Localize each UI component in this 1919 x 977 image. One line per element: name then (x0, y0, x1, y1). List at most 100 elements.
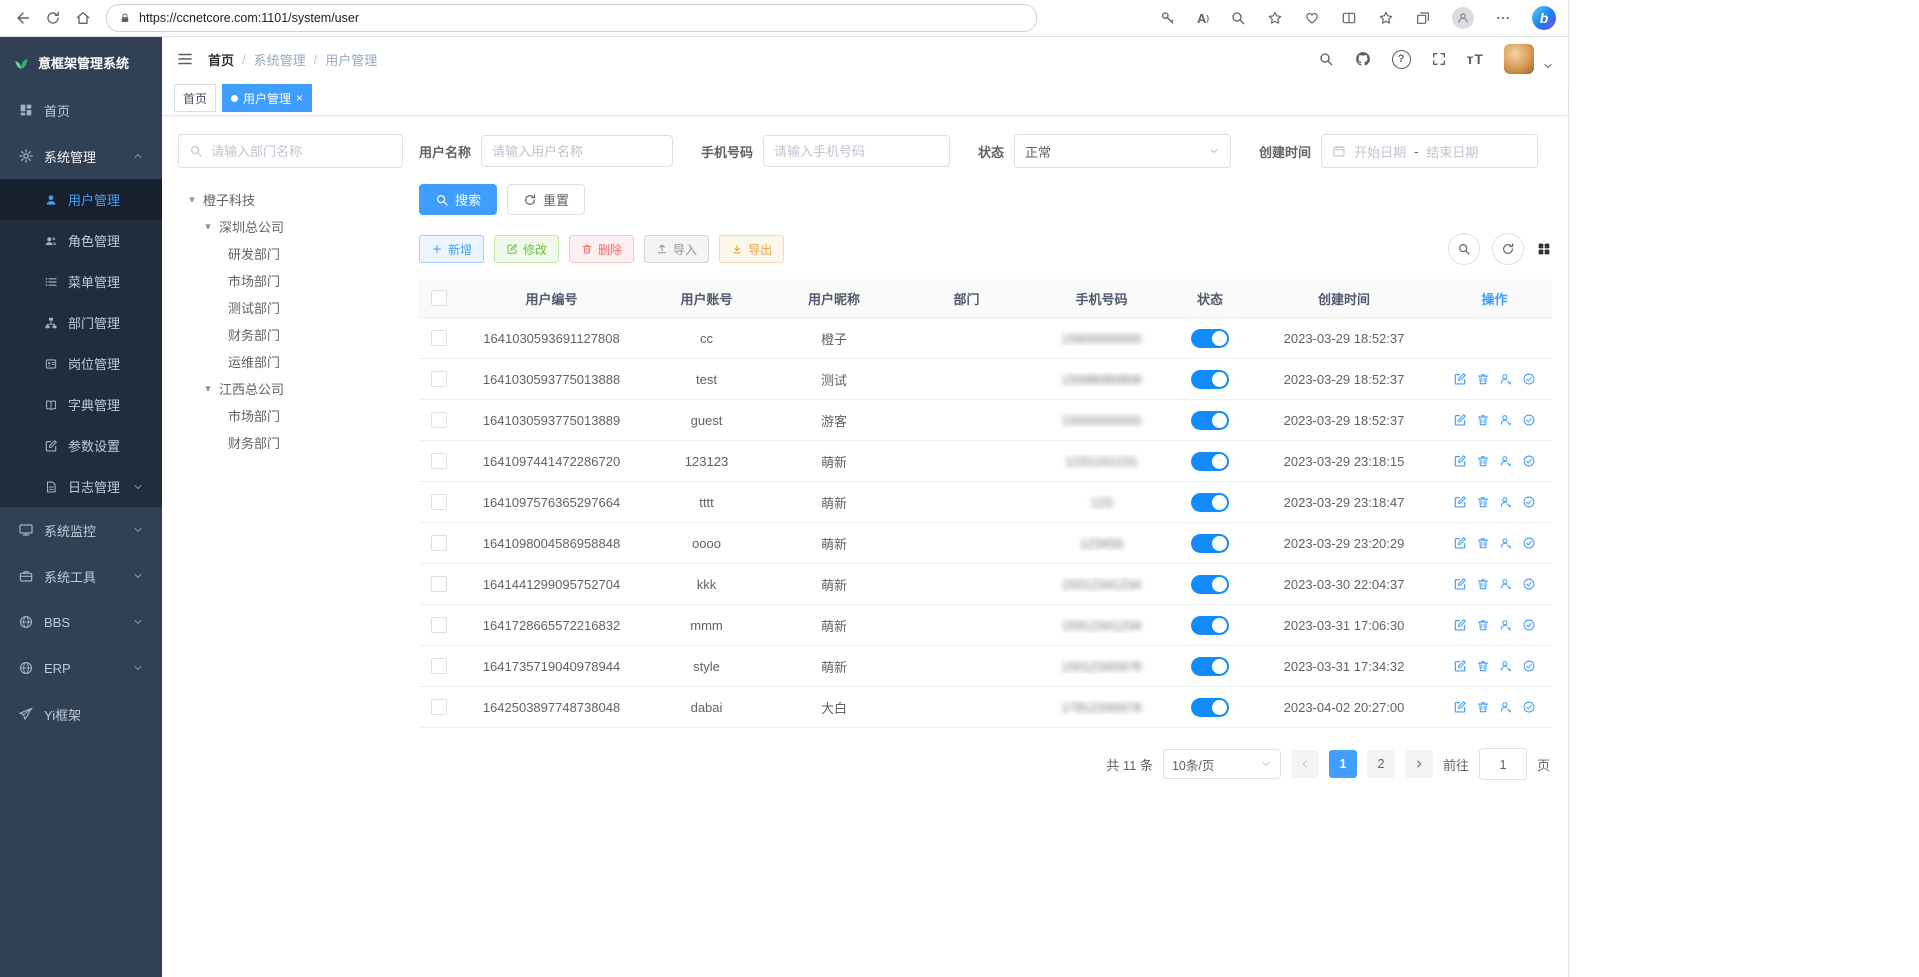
sidebar-item-menu-mgmt[interactable]: 菜单管理 (0, 261, 162, 302)
username-input[interactable] (481, 135, 673, 167)
reset-password-icon[interactable] (1499, 659, 1513, 673)
docs-help-icon[interactable]: ? (1392, 50, 1411, 69)
prev-page-button[interactable] (1291, 750, 1319, 778)
delete-row-icon[interactable] (1476, 577, 1490, 591)
status-toggle[interactable] (1191, 698, 1229, 717)
sidebar-item-system-monitor[interactable]: 系统监控 (0, 507, 162, 553)
reset-password-icon[interactable] (1499, 454, 1513, 468)
avatar-caret-icon[interactable] (1542, 60, 1554, 72)
sidebar-item-user-mgmt[interactable]: 用户管理 (0, 179, 162, 220)
status-toggle[interactable] (1191, 329, 1229, 348)
reset-password-icon[interactable] (1499, 618, 1513, 632)
tree-node-dept[interactable]: 市场部门 (178, 267, 403, 294)
sidebar-item-system-mgmt[interactable]: 系统管理 (0, 133, 162, 179)
refresh-table-icon[interactable] (1492, 233, 1524, 265)
browser-back-button[interactable] (8, 4, 38, 32)
edit-row-icon[interactable] (1453, 413, 1467, 427)
add-button[interactable]: 新增 (419, 235, 484, 263)
assign-role-icon[interactable] (1522, 372, 1536, 386)
row-checkbox[interactable] (431, 330, 447, 346)
page-size-select[interactable]: 10条/页 (1163, 749, 1281, 779)
browser-home-button[interactable] (68, 4, 98, 32)
edit-row-icon[interactable] (1453, 700, 1467, 714)
browser-profile-avatar[interactable] (1452, 7, 1474, 29)
hide-search-icon[interactable] (1448, 233, 1480, 265)
next-page-button[interactable] (1405, 750, 1433, 778)
tree-node-dept[interactable]: 财务部门 (178, 321, 403, 348)
sidebar-toggle-icon[interactable] (176, 50, 194, 68)
delete-row-icon[interactable] (1476, 372, 1490, 386)
phone-input[interactable] (763, 135, 950, 167)
edit-row-icon[interactable] (1453, 454, 1467, 468)
add-favorite-icon[interactable] (1267, 10, 1283, 26)
status-toggle[interactable] (1191, 370, 1229, 389)
app-logo[interactable]: 意框架管理系统 (0, 37, 162, 87)
browser-refresh-button[interactable] (38, 4, 68, 32)
sidebar-item-bbs[interactable]: BBS (0, 599, 162, 645)
sidebar-item-post-mgmt[interactable]: 岗位管理 (0, 343, 162, 384)
reset-password-icon[interactable] (1499, 495, 1513, 509)
caret-down-icon[interactable]: ▾ (186, 193, 198, 206)
favorites-bar-icon[interactable] (1378, 10, 1394, 26)
copilot-icon[interactable]: b (1532, 6, 1556, 30)
row-checkbox[interactable] (431, 535, 447, 551)
sidebar-item-yi-framework[interactable]: Yi框架 (0, 691, 162, 737)
import-button[interactable]: 导入 (644, 235, 709, 263)
status-toggle[interactable] (1191, 493, 1229, 512)
status-toggle[interactable] (1191, 411, 1229, 430)
close-tab-icon[interactable]: × (296, 92, 303, 104)
fullscreen-icon[interactable] (1431, 51, 1447, 67)
column-settings-icon[interactable] (1536, 241, 1552, 257)
row-checkbox[interactable] (431, 617, 447, 633)
delete-row-icon[interactable] (1476, 454, 1490, 468)
status-toggle[interactable] (1191, 616, 1229, 635)
zoom-icon[interactable] (1230, 10, 1246, 26)
status-toggle[interactable] (1191, 534, 1229, 553)
goto-page-input[interactable] (1479, 748, 1527, 780)
tree-node-company[interactable]: ▾橙子科技 (178, 186, 403, 213)
assign-role-icon[interactable] (1522, 659, 1536, 673)
row-checkbox[interactable] (431, 699, 447, 715)
row-checkbox[interactable] (431, 494, 447, 510)
sidebar-item-home[interactable]: 首页 (0, 87, 162, 133)
edit-row-icon[interactable] (1453, 495, 1467, 509)
password-key-icon[interactable] (1160, 10, 1176, 26)
row-checkbox[interactable] (431, 371, 447, 387)
sidebar-item-log-mgmt[interactable]: 日志管理 (0, 466, 162, 507)
assign-role-icon[interactable] (1522, 454, 1536, 468)
sidebar-item-system-tools[interactable]: 系统工具 (0, 553, 162, 599)
status-toggle[interactable] (1191, 575, 1229, 594)
status-toggle[interactable] (1191, 657, 1229, 676)
page-button-2[interactable]: 2 (1367, 750, 1395, 778)
tab-home[interactable]: 首页 (174, 84, 216, 112)
page-button-1[interactable]: 1 (1329, 750, 1357, 778)
breadcrumb-system[interactable]: 系统管理 (254, 50, 306, 69)
tree-node-branch[interactable]: ▾江西总公司 (178, 375, 403, 402)
assign-role-icon[interactable] (1522, 700, 1536, 714)
sidebar-item-role-mgmt[interactable]: 角色管理 (0, 220, 162, 261)
search-button[interactable]: 搜索 (419, 184, 497, 215)
reset-password-icon[interactable] (1499, 577, 1513, 591)
reset-button[interactable]: 重置 (507, 184, 585, 215)
sidebar-item-param-settings[interactable]: 参数设置 (0, 425, 162, 466)
caret-down-icon[interactable]: ▾ (202, 220, 214, 233)
tree-node-dept[interactable]: 财务部门 (178, 429, 403, 456)
status-toggle[interactable] (1191, 452, 1229, 471)
reset-password-icon[interactable] (1499, 413, 1513, 427)
select-all-checkbox[interactable] (431, 290, 447, 306)
sidebar-item-dept-mgmt[interactable]: 部门管理 (0, 302, 162, 343)
export-button[interactable]: 导出 (719, 235, 784, 263)
date-range-picker[interactable]: 开始日期 - 结束日期 (1321, 134, 1538, 168)
row-checkbox[interactable] (431, 412, 447, 428)
edit-button[interactable]: 修改 (494, 235, 559, 263)
header-search-icon[interactable] (1318, 51, 1334, 67)
collections-icon[interactable] (1415, 10, 1431, 26)
delete-row-icon[interactable] (1476, 700, 1490, 714)
delete-row-icon[interactable] (1476, 536, 1490, 550)
reset-password-icon[interactable] (1499, 372, 1513, 386)
delete-row-icon[interactable] (1476, 659, 1490, 673)
tree-node-dept[interactable]: 测试部门 (178, 294, 403, 321)
address-bar[interactable]: https://ccnetcore.com:1101/system/user (106, 4, 1037, 32)
assign-role-icon[interactable] (1522, 495, 1536, 509)
tab-user-mgmt[interactable]: 用户管理 × (222, 84, 312, 112)
